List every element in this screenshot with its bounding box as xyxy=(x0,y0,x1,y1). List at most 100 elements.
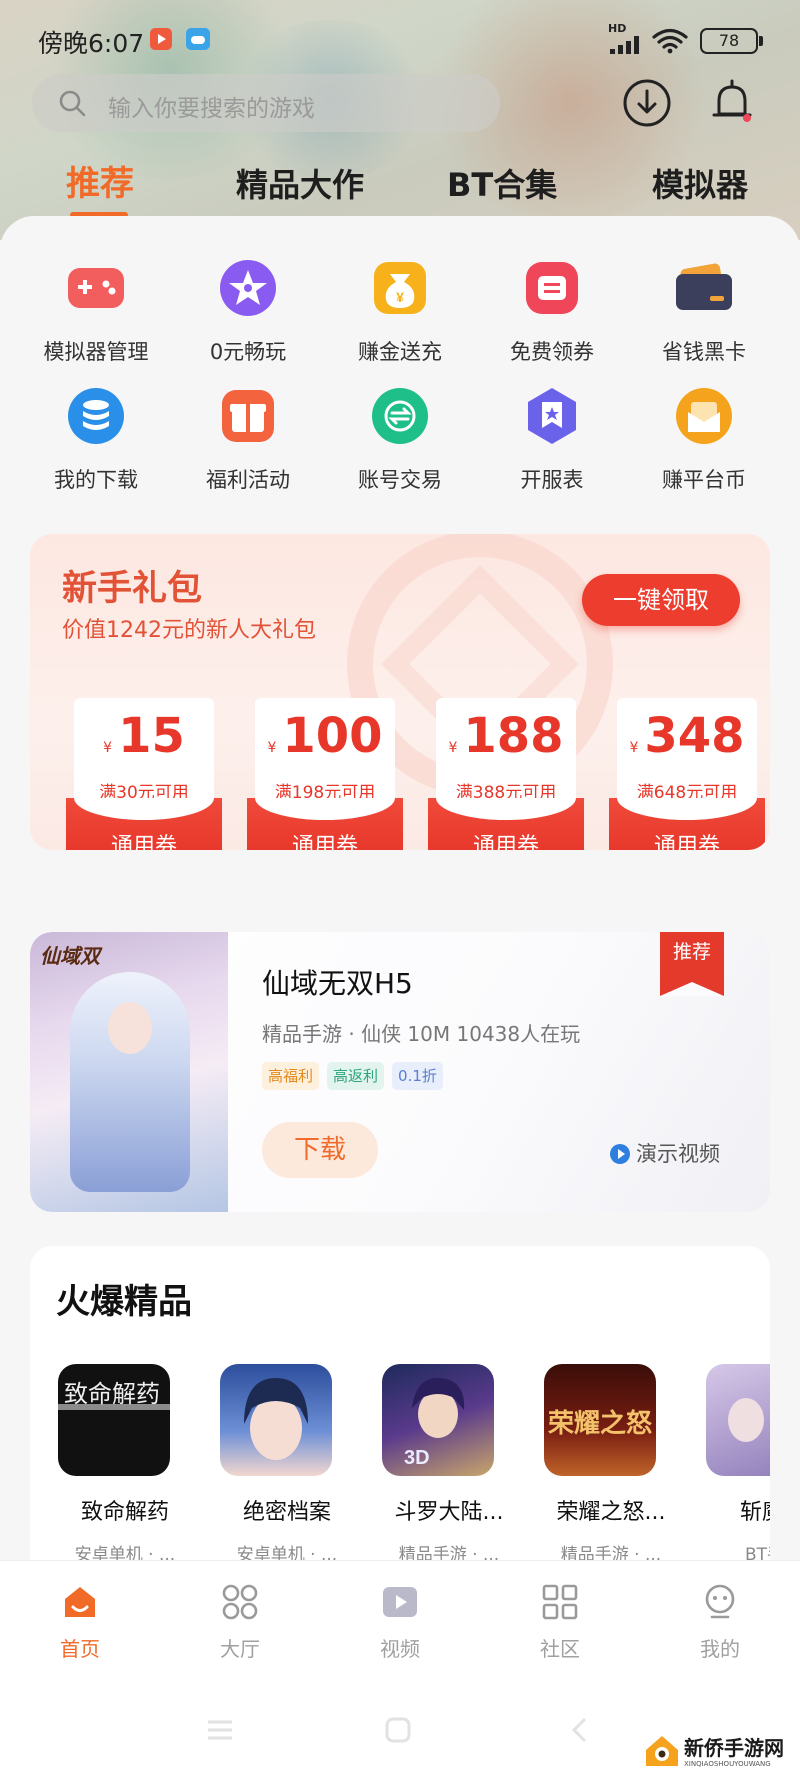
quick-action-earn-gold[interactable]: ¥ 赚金送充 xyxy=(324,258,476,378)
nav-label: 我的 xyxy=(700,1637,740,1661)
bottom-navigation: 首页 大厅 视频 社区 我的 xyxy=(0,1560,800,1680)
nav-community[interactable]: 社区 xyxy=(500,1583,620,1673)
game-cover-image[interactable] xyxy=(706,1364,770,1476)
gift-title: 新手礼包 xyxy=(62,569,203,609)
claim-all-button[interactable]: 一键领取 xyxy=(582,574,740,626)
demo-video-link[interactable]: 演示视频 xyxy=(610,1138,720,1168)
home-button-icon[interactable] xyxy=(378,1710,418,1750)
game-title[interactable]: 仙域无双H5 xyxy=(262,962,413,1002)
search-bar[interactable]: 输入你要搜索的游戏 xyxy=(32,74,500,132)
game-cover-image[interactable] xyxy=(220,1364,332,1476)
header-banner: 傍晚6:07 HD 78 输入你要搜索的游戏 推荐 精品大作 BT合集 模拟器 xyxy=(0,0,800,240)
status-time: 傍晚6:07 xyxy=(38,29,145,58)
quick-action-emulator-manager[interactable]: 模拟器管理 xyxy=(20,258,172,378)
coupon[interactable]: ¥15 满30元可用 通用券 xyxy=(66,698,222,850)
coupon[interactable]: ¥348 满648元可用 通用券 xyxy=(609,698,765,850)
gamepad-icon xyxy=(68,268,124,308)
currency-symbol: ¥ xyxy=(629,740,639,756)
card-icon xyxy=(676,263,732,310)
game-cover-image[interactable]: 荣耀之怒 xyxy=(544,1364,656,1476)
tag-badge: 高返利 xyxy=(327,1062,385,1090)
gift-icon xyxy=(222,390,274,442)
nav-label: 首页 xyxy=(60,1637,100,1661)
coupon-amount: ¥100 xyxy=(255,708,395,764)
main-content: 模拟器管理 0元畅玩 ¥ 赚金送充 免费领券 省钱黑卡 我的下载 福利活动 账号… xyxy=(0,216,800,1571)
category-tabs: 推荐 精品大作 BT合集 模拟器 xyxy=(0,160,800,220)
quick-action-label: 模拟器管理 xyxy=(43,340,149,364)
coupon-icon xyxy=(526,262,578,314)
coupon[interactable]: ¥100 满198元可用 通用券 xyxy=(247,698,403,850)
game-cover-image[interactable]: 3D xyxy=(382,1364,494,1476)
quick-action-label: 省钱黑卡 xyxy=(662,340,746,364)
coupon-value: 348 xyxy=(644,708,745,764)
coupon[interactable]: ¥188 满388元可用 通用券 xyxy=(428,698,584,850)
game-name: 致命解药 xyxy=(80,1500,169,1525)
tab-emulator[interactable]: 模拟器 xyxy=(652,160,748,206)
envelope-icon xyxy=(676,388,732,444)
game-cover-image[interactable]: 仙域双 xyxy=(30,932,228,1212)
game-name: 斗罗大陆... xyxy=(394,1500,504,1525)
exchange-icon xyxy=(372,388,428,444)
quick-action-server-list[interactable]: 开服表 xyxy=(476,386,628,506)
tab-recommend[interactable]: 推荐 xyxy=(66,156,134,205)
tab-bt-collection[interactable]: BT合集 xyxy=(447,160,557,206)
svg-text:¥: ¥ xyxy=(396,289,404,305)
quick-action-label: 赚平台币 xyxy=(662,468,746,492)
home-icon xyxy=(65,1587,95,1617)
character-face xyxy=(108,1002,152,1054)
quick-action-free-play[interactable]: 0元畅玩 xyxy=(172,258,324,378)
game-meta: 精品手游 · 仙侠 10M 10438人在玩 xyxy=(262,1022,581,1046)
back-icon[interactable] xyxy=(560,1710,600,1750)
community-icon xyxy=(542,1584,578,1620)
nav-video[interactable]: 视频 xyxy=(340,1583,460,1673)
watermark-subtext: XINQIAOSHOUYOUWANG xyxy=(684,1760,771,1768)
quick-action-black-card[interactable]: 省钱黑卡 xyxy=(628,258,780,378)
search-input[interactable]: 输入你要搜索的游戏 xyxy=(108,89,315,123)
hot-games-section: 火爆精品 致命解药 致命解药 安卓单机 · ... 绝密档案 安卓单机 · ..… xyxy=(30,1246,770,1571)
signal-icon xyxy=(610,36,644,54)
quick-action-earn-coins[interactable]: 赚平台币 xyxy=(628,386,780,506)
watermark-text: 新侨手游网 xyxy=(684,1736,784,1760)
cover-text: 荣耀之怒 xyxy=(548,1408,652,1439)
cover-text: 3D xyxy=(404,1447,430,1469)
download-icon[interactable] xyxy=(620,76,674,130)
featured-game-card[interactable]: 仙域双 仙域无双H5 精品手游 · 仙侠 10M 10438人在玩 高福利 高返利… xyxy=(30,932,770,1212)
coupon-type: 通用券 xyxy=(291,834,358,850)
game-name: 荣耀之怒... xyxy=(556,1500,666,1525)
nav-profile[interactable]: 我的 xyxy=(660,1583,780,1673)
quick-actions-grid: 模拟器管理 0元畅玩 ¥ 赚金送充 免费领券 省钱黑卡 我的下载 福利活动 账号… xyxy=(0,216,800,516)
profile-icon xyxy=(705,1584,735,1619)
quick-action-account-trade[interactable]: 账号交易 xyxy=(324,386,476,506)
network-type: HD xyxy=(608,22,627,35)
quick-action-my-downloads[interactable]: 我的下载 xyxy=(20,386,172,506)
quick-action-label: 免费领券 xyxy=(510,340,594,364)
battery-indicator: 78 xyxy=(700,28,763,54)
game-cover-image[interactable]: 致命解药 xyxy=(58,1364,170,1476)
game-name: 斩魔问 xyxy=(739,1500,770,1525)
tag-badge: 高福利 xyxy=(262,1062,320,1090)
quick-action-events[interactable]: 福利活动 xyxy=(172,386,324,506)
cover-art: 致命解药 xyxy=(58,1380,170,1410)
coupon-value: 15 xyxy=(118,708,185,764)
coupon-value: 100 xyxy=(282,708,383,764)
quick-action-label: 赚金送充 xyxy=(358,340,442,364)
menu-icon[interactable] xyxy=(200,1710,240,1750)
nav-home[interactable]: 首页 xyxy=(20,1583,140,1673)
bell-icon[interactable] xyxy=(705,76,759,130)
tab-premium[interactable]: 精品大作 xyxy=(236,160,364,206)
quick-action-free-coupon[interactable]: 免费领券 xyxy=(476,258,628,378)
tag-badge: 0.1折 xyxy=(392,1062,443,1090)
wifi-icon xyxy=(652,28,688,54)
coupon-amount: ¥348 xyxy=(617,708,757,764)
game-tags: 高福利 高返利 0.1折 xyxy=(262,1062,451,1092)
game-name: 绝密档案 xyxy=(242,1500,331,1525)
nav-label: 大厅 xyxy=(220,1637,260,1661)
download-button[interactable]: 下载 xyxy=(262,1122,378,1178)
coupon-type: 通用券 xyxy=(653,834,720,850)
nav-hall[interactable]: 大厅 xyxy=(180,1583,300,1673)
quick-action-label: 福利活动 xyxy=(206,468,290,492)
database-icon xyxy=(68,388,124,444)
coupon-type: 通用券 xyxy=(472,834,539,850)
currency-symbol: ¥ xyxy=(267,740,277,756)
coupon-type: 通用券 xyxy=(110,834,177,850)
